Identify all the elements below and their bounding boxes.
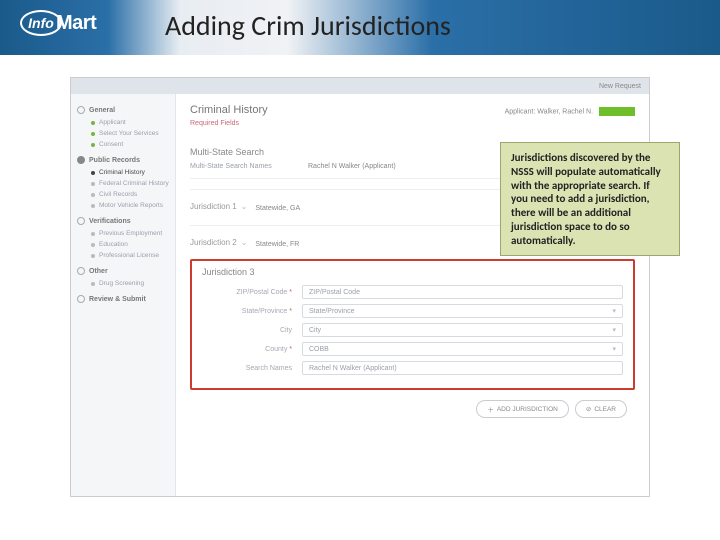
field-search-names: Search Names Rachel N Walker (Applicant) [202, 361, 623, 375]
sidebar-group-review-submit[interactable]: Review & Submit [77, 295, 169, 303]
callout-note: Jurisdictions discovered by the NSSS wil… [500, 142, 680, 256]
sidebar-item-motor-vehicle[interactable]: Motor Vehicle Reports [77, 200, 169, 211]
sidebar-item-federal-criminal[interactable]: Federal Criminal History [77, 178, 169, 189]
sidebar-item-consent[interactable]: Consent [77, 139, 169, 150]
sidebar-group-general[interactable]: General [77, 106, 169, 114]
slide-content: New Request General Applicant Select You… [0, 55, 720, 497]
caret-down-icon: ▾ [612, 326, 616, 334]
app-frame: New Request General Applicant Select You… [70, 77, 650, 497]
sidebar-item-prof-license[interactable]: Professional License [77, 250, 169, 261]
page-title: Criminal History [190, 104, 268, 116]
sidebar-group-verifications[interactable]: Verifications [77, 217, 169, 225]
jurisdiction-3-highlight: Jurisdiction 3 ZIP/Postal Code * ZIP/Pos… [190, 259, 635, 390]
logo-text: Mart [56, 12, 96, 35]
main-header: Criminal History Applicant: Walker, Rach… [190, 104, 635, 116]
sidebar-item-select-services[interactable]: Select Your Services [77, 128, 169, 139]
sidebar-item-criminal-history[interactable]: Criminal History [77, 167, 169, 178]
sidebar-group-public-records[interactable]: Public Records [77, 156, 169, 164]
sidebar-item-education[interactable]: Education [77, 239, 169, 250]
slide-header: Info Mart Adding Crim Jurisdictions [0, 0, 720, 55]
cancel-icon: ⊘ [586, 405, 591, 413]
plus-icon: ＋ [487, 404, 494, 414]
sidebar-item-applicant[interactable]: Applicant [77, 117, 169, 128]
applicant-info: Applicant: Walker, Rachel N. [505, 107, 635, 116]
city-select[interactable]: City▾ [302, 323, 623, 337]
sidebar: General Applicant Select Your Services C… [71, 94, 176, 496]
breadcrumb: New Request [71, 78, 649, 94]
breadcrumb-path[interactable]: New Request [599, 83, 641, 90]
clear-button[interactable]: ⊘CLEAR [575, 400, 627, 418]
jurisdiction-3-title: Jurisdiction 3 [202, 267, 623, 277]
zip-input[interactable]: ZIP/Postal Code [302, 285, 623, 299]
required-fields-link[interactable]: Required Fields [190, 120, 239, 127]
caret-down-icon: ▾ [612, 345, 616, 353]
county-select[interactable]: COBB▾ [302, 342, 623, 356]
field-state: State/Province * State/Province▾ [202, 304, 623, 318]
footer-buttons: ＋ADD JURISDICTION ⊘CLEAR [190, 400, 635, 418]
slide-title: Adding Crim Jurisdictions [165, 8, 451, 43]
sidebar-item-prev-employment[interactable]: Previous Employment [77, 228, 169, 239]
status-badge [599, 107, 635, 116]
state-select[interactable]: State/Province▾ [302, 304, 623, 318]
chevron-down-icon: ⌄ [241, 202, 248, 211]
add-jurisdiction-button[interactable]: ＋ADD JURISDICTION [476, 400, 569, 418]
chevron-down-icon: ⌄ [241, 238, 248, 247]
field-zip: ZIP/Postal Code * ZIP/Postal Code [202, 285, 623, 299]
sidebar-item-civil-records[interactable]: Civil Records [77, 189, 169, 200]
field-city: City City▾ [202, 323, 623, 337]
sidebar-group-other[interactable]: Other [77, 267, 169, 275]
sidebar-item-drug-screening[interactable]: Drug Screening [77, 278, 169, 289]
field-county: County * COBB▾ [202, 342, 623, 356]
search-names-input[interactable]: Rachel N Walker (Applicant) [302, 361, 623, 375]
logo: Info Mart [20, 10, 96, 36]
caret-down-icon: ▾ [612, 307, 616, 315]
